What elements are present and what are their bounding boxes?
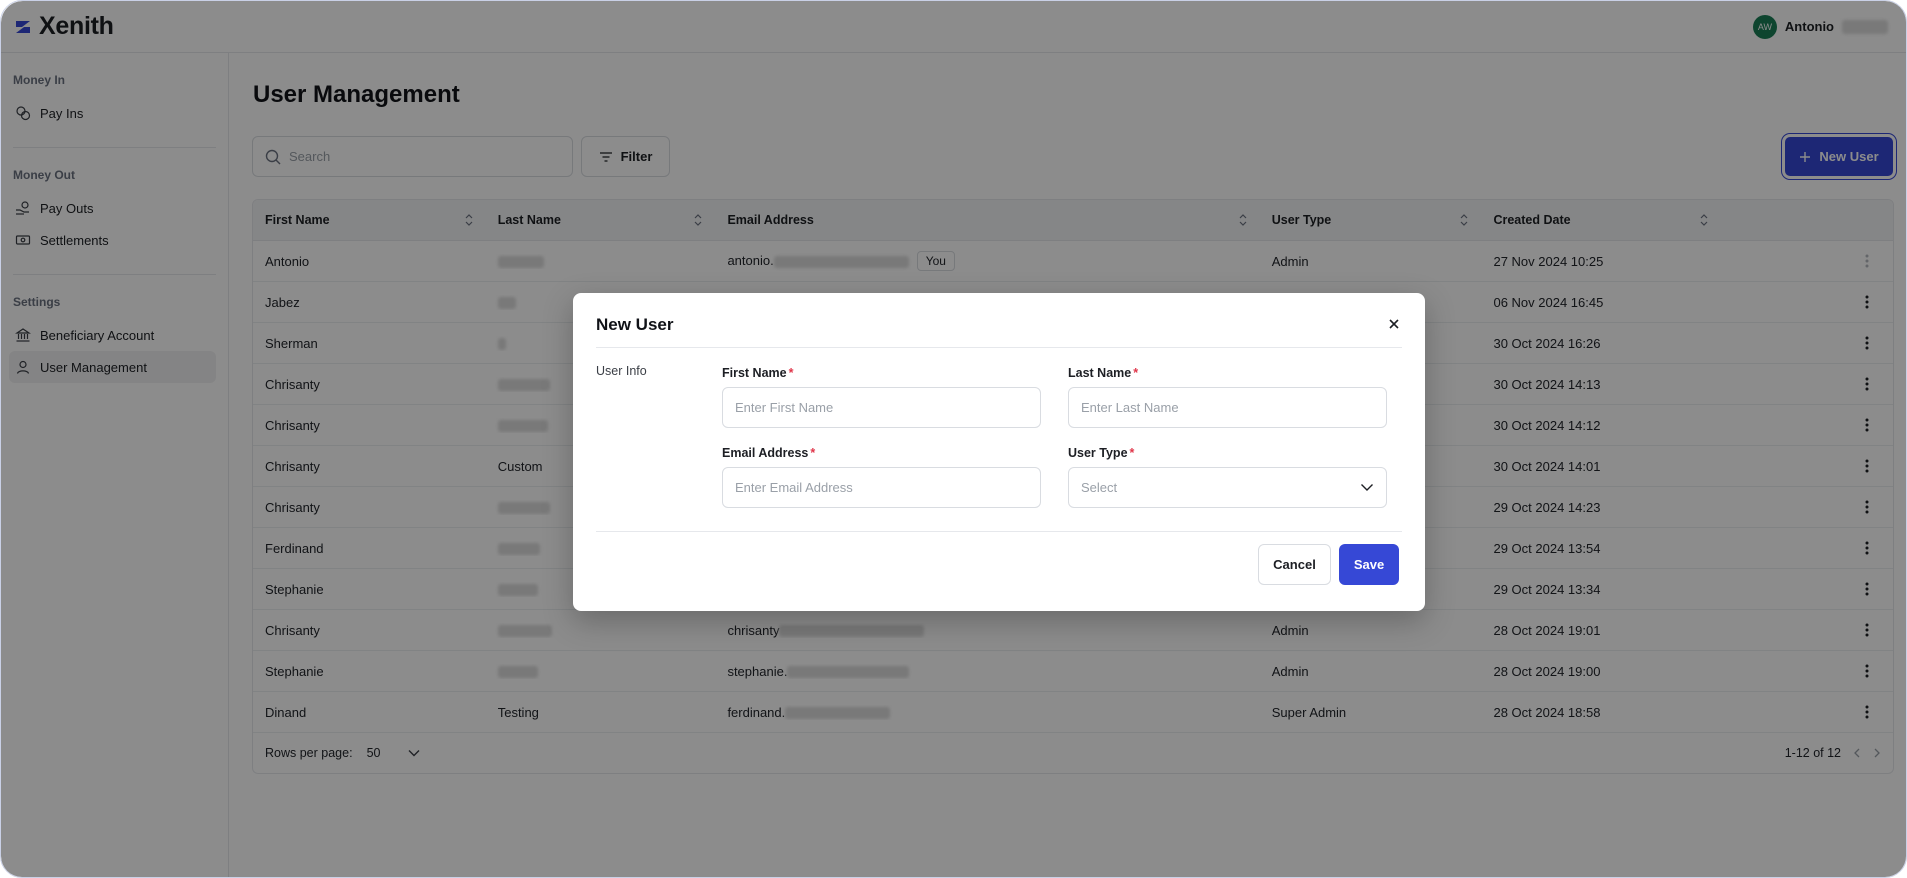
new-user-modal: New User User Info First Name * Enter Fir… xyxy=(573,293,1425,611)
label-text: Email Address xyxy=(722,446,809,460)
label-text: Last Name xyxy=(1068,366,1132,380)
user-type-select[interactable]: Select xyxy=(1068,467,1387,508)
required-mark: * xyxy=(1129,446,1135,460)
chevron-down-icon xyxy=(1361,484,1373,491)
modal-header-divider xyxy=(596,347,1402,348)
app-window: Xenith AW Antonio Money In Pay Ins Money… xyxy=(0,0,1907,878)
first-name-placeholder: Enter First Name xyxy=(735,400,834,415)
last-name-input[interactable]: Enter Last Name xyxy=(1068,387,1387,428)
modal-title: New User xyxy=(596,315,674,334)
section-label-user-info: User Info xyxy=(596,364,647,378)
first-name-label: First Name * xyxy=(722,366,793,380)
label-text: User Type xyxy=(1068,446,1128,460)
last-name-placeholder: Enter Last Name xyxy=(1081,400,1179,415)
required-mark: * xyxy=(810,446,816,460)
user-type-placeholder: Select xyxy=(1081,480,1118,495)
save-button[interactable]: Save xyxy=(1339,544,1399,585)
modal-footer-divider xyxy=(596,531,1402,532)
close-icon[interactable] xyxy=(1387,317,1401,331)
email-placeholder: Enter Email Address xyxy=(735,480,853,495)
required-mark: * xyxy=(788,366,794,380)
user-type-label: User Type * xyxy=(1068,446,1134,460)
last-name-label: Last Name * xyxy=(1068,366,1138,380)
required-mark: * xyxy=(1133,366,1139,380)
email-label: Email Address * xyxy=(722,446,815,460)
first-name-input[interactable]: Enter First Name xyxy=(722,387,1041,428)
cancel-button[interactable]: Cancel xyxy=(1258,544,1331,585)
label-text: First Name xyxy=(722,366,787,380)
email-input[interactable]: Enter Email Address xyxy=(722,467,1041,508)
